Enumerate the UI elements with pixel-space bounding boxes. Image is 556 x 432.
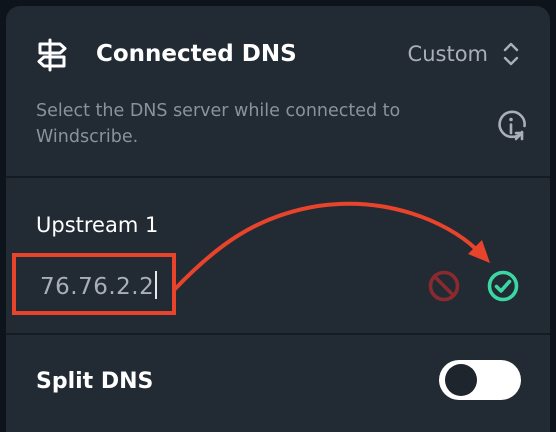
connected-dns-card: Connected DNS Custom Select the DNS serv… (6, 6, 550, 432)
updown-chevron-icon (503, 42, 519, 66)
split-dns-label: Split DNS (36, 369, 154, 394)
prohibited-icon[interactable] (426, 268, 462, 304)
text-caret (155, 271, 158, 299)
connected-dns-title: Connected DNS (96, 41, 297, 67)
connected-dns-header: Connected DNS Custom Select the DNS serv… (6, 6, 550, 176)
upstream-dns-value: 76.76.2.2 (40, 271, 158, 301)
toggle-knob (445, 364, 477, 396)
check-circle-icon[interactable] (485, 268, 521, 304)
connected-dns-description: Select the DNS server while connected to… (36, 101, 401, 147)
dns-mode-selector[interactable]: Custom (408, 38, 520, 70)
upstream-label: Upstream 1 (36, 213, 159, 237)
info-icon[interactable] (496, 110, 528, 142)
upstream-dns-text: 76.76.2.2 (40, 274, 155, 300)
signpost-icon (37, 38, 67, 72)
upstream-dns-input[interactable]: 76.76.2.2 (12, 253, 176, 315)
section-divider (6, 176, 550, 178)
dns-mode-value: Custom (407, 42, 488, 66)
section-divider (6, 333, 550, 335)
split-dns-toggle[interactable] (439, 360, 521, 400)
